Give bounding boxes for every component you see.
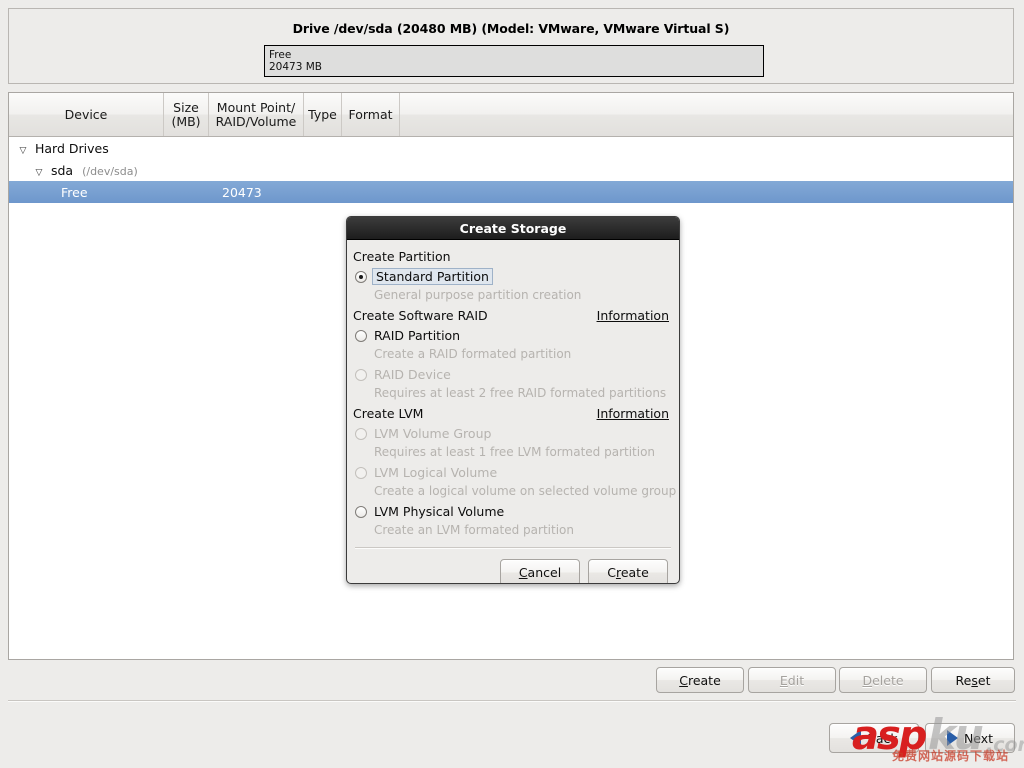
drive-graphic-panel: Drive /dev/sda (20480 MB) (Model: VMware… xyxy=(8,8,1014,84)
dialog-create-label: Create xyxy=(607,565,649,580)
device-name: Free xyxy=(61,184,88,200)
dialog-cancel-button[interactable]: Cancel xyxy=(500,559,580,583)
edit-button-label: Edit xyxy=(779,672,805,688)
column-header-spacer xyxy=(400,93,1013,136)
column-header-device[interactable]: Device xyxy=(9,93,164,136)
radio-label: Standard Partition xyxy=(372,268,493,285)
device-table-header: Device Size (MB) Mount Point/ RAID/Volum… xyxy=(9,93,1013,137)
radio-label: LVM Physical Volume xyxy=(374,504,505,519)
next-button-label: Next xyxy=(963,730,994,746)
column-header-mount-point[interactable]: Mount Point/ RAID/Volume xyxy=(209,93,304,136)
radio-icon xyxy=(355,368,367,381)
arrow-right-icon xyxy=(946,730,958,746)
radio-description: Create a logical volume on selected volu… xyxy=(374,484,677,498)
radio-icon xyxy=(355,466,367,479)
column-header-size-line2: (MB) xyxy=(171,113,201,129)
raid-information-link[interactable]: Information xyxy=(597,308,669,323)
dialog-title: Create Storage xyxy=(347,217,679,240)
radio-description: Create a RAID formated partition xyxy=(374,347,572,361)
radio-option-lvm-volume-group: LVM Volume Group xyxy=(347,422,679,443)
column-header-mount-line2: RAID/Volume xyxy=(215,113,297,129)
edit-button: Edit xyxy=(748,667,836,693)
column-header-format[interactable]: Format xyxy=(342,93,400,136)
radio-description: Create an LVM formated partition xyxy=(374,523,574,537)
radio-description: Requires at least 1 free LVM formated pa… xyxy=(374,445,656,459)
column-header-mount-line1: Mount Point/ xyxy=(216,99,296,115)
group-title: Create Partition xyxy=(353,249,451,264)
dialog-cancel-label: Cancel xyxy=(518,565,562,580)
device-size: 20473 xyxy=(222,184,262,200)
lvm-information-link[interactable]: Information xyxy=(597,406,669,421)
partitioning-screen: Drive /dev/sda (20480 MB) (Model: VMware… xyxy=(0,0,1024,768)
device-name: sda xyxy=(50,162,74,178)
radio-option-lvm-physical-volume[interactable]: LVM Physical Volume xyxy=(347,500,679,521)
radio-option-lvm-logical-volume: LVM Logical Volume xyxy=(347,461,679,482)
radio-icon[interactable] xyxy=(355,329,367,342)
radio-label: LVM Volume Group xyxy=(374,426,492,441)
radio-icon xyxy=(355,427,367,440)
delete-button: Delete xyxy=(839,667,927,693)
delete-button-label: Delete xyxy=(862,672,904,688)
column-header-size-line1: Size xyxy=(173,99,199,115)
group-header-create-software-raid: Create Software RAID Information xyxy=(347,304,679,324)
radio-icon[interactable] xyxy=(355,270,367,283)
column-header-type[interactable]: Type xyxy=(304,93,342,136)
group-header-create-lvm: Create LVM Information xyxy=(347,402,679,422)
create-button-label: Create xyxy=(679,672,721,688)
radio-icon[interactable] xyxy=(355,505,367,518)
reset-button-label: Reset xyxy=(955,672,991,688)
radio-label: RAID Partition xyxy=(374,328,461,343)
drive-title: Drive /dev/sda (20480 MB) (Model: VMware… xyxy=(292,21,730,36)
arrow-left-icon xyxy=(850,730,862,746)
create-storage-dialog: Create Storage Create Partition Standard… xyxy=(346,216,680,584)
drive-segment-size: 20473 MB xyxy=(269,61,323,73)
dialog-body: Create Partition Standard Partition Gene… xyxy=(347,240,679,583)
drive-segment-label: Free xyxy=(269,49,292,61)
next-button[interactable]: Next xyxy=(925,723,1015,753)
create-button[interactable]: Create xyxy=(656,667,744,693)
radio-option-raid-device: RAID Device xyxy=(347,363,679,384)
table-row[interactable]: ▽ sda (/dev/sda) xyxy=(9,159,1013,181)
table-row[interactable]: Free 20473 xyxy=(9,181,1013,203)
radio-description: General purpose partition creation xyxy=(374,288,582,302)
table-row[interactable]: ▽ Hard Drives xyxy=(9,137,1013,159)
back-button-label: Back xyxy=(867,730,898,746)
group-header-create-partition: Create Partition xyxy=(347,245,679,265)
dialog-button-bar: Cancel Create xyxy=(347,549,679,583)
radio-label: RAID Device xyxy=(374,367,451,382)
footer-separator xyxy=(8,700,1016,702)
device-tree: ▽ Hard Drives ▽ sda (/dev/sda) Free 2047… xyxy=(9,137,1013,203)
group-title: Create LVM xyxy=(353,406,424,421)
disclosure-triangle-icon[interactable]: ▽ xyxy=(31,168,47,178)
group-title: Create Software RAID xyxy=(353,308,488,323)
drive-segment-free[interactable]: Free 20473 MB xyxy=(264,45,764,77)
column-header-size[interactable]: Size (MB) xyxy=(164,93,209,136)
radio-option-raid-partition[interactable]: RAID Partition xyxy=(347,324,679,345)
radio-label: LVM Logical Volume xyxy=(374,465,498,480)
radio-description: Requires at least 2 free RAID formated p… xyxy=(374,386,667,400)
radio-option-standard-partition[interactable]: Standard Partition xyxy=(347,265,679,286)
device-path: (/dev/sda) xyxy=(82,164,138,178)
device-name: Hard Drives xyxy=(34,140,109,156)
dialog-create-button[interactable]: Create xyxy=(588,559,668,583)
reset-button[interactable]: Reset xyxy=(931,667,1015,693)
back-button[interactable]: Back xyxy=(829,723,919,753)
disclosure-triangle-icon[interactable]: ▽ xyxy=(15,146,31,156)
